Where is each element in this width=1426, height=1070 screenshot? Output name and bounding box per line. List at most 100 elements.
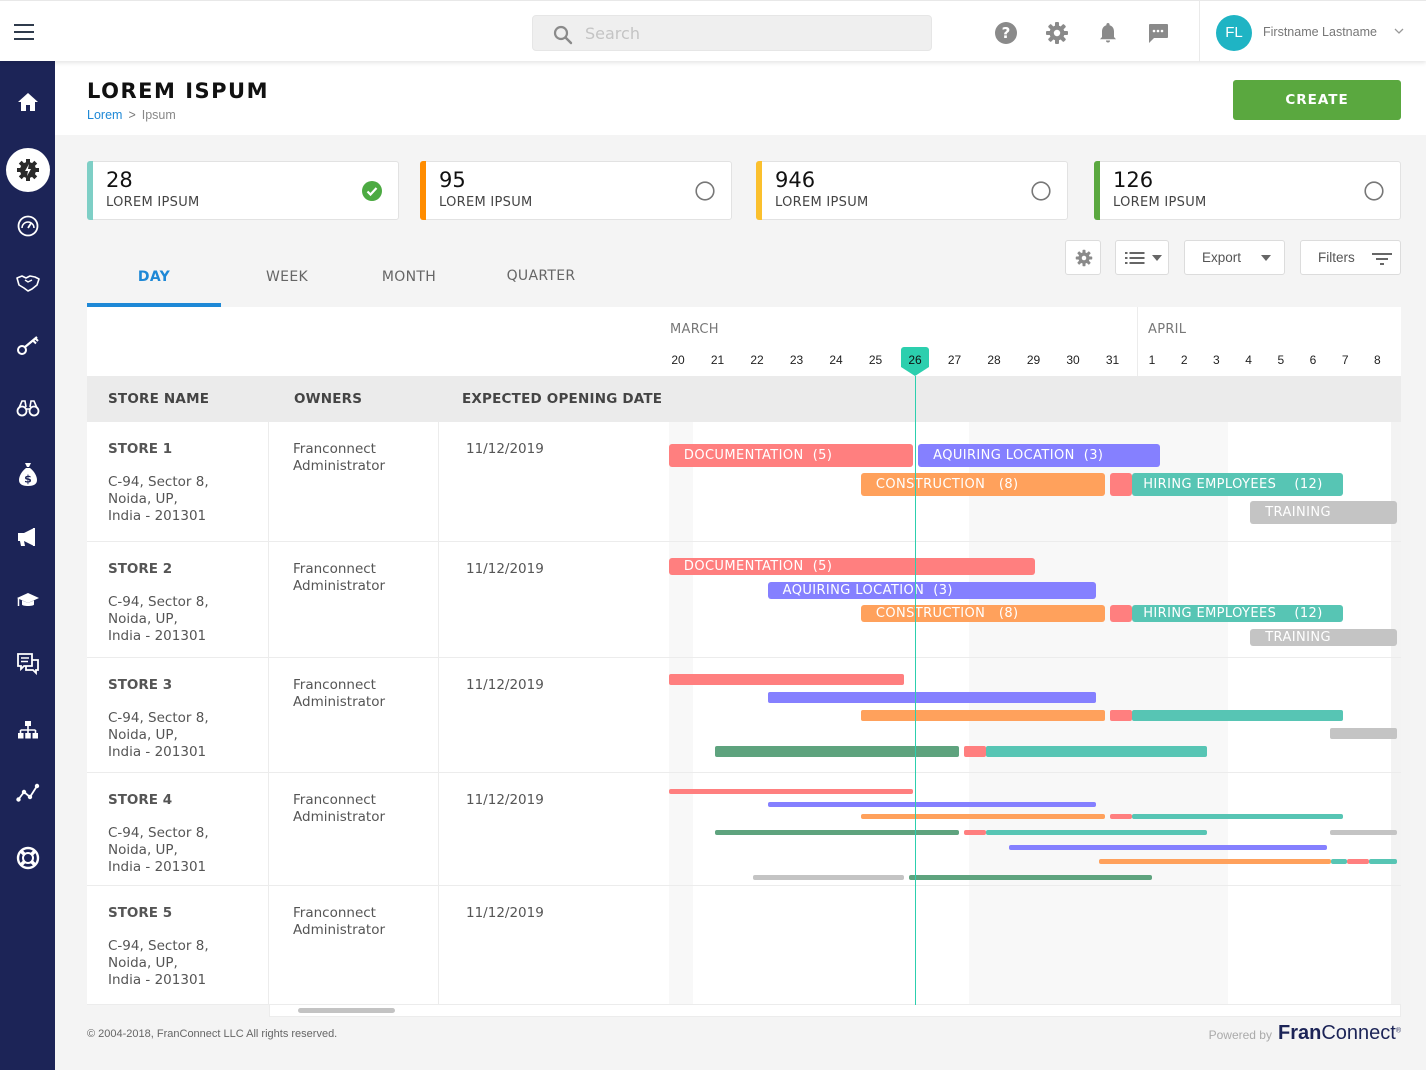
- gantt-bar-hiring[interactable]: [1369, 858, 1397, 864]
- kpi-card[interactable]: 946 LOREM IPSUM: [756, 161, 1068, 220]
- gantt-bar-training[interactable]: [753, 875, 904, 880]
- empty-circle-icon[interactable]: [1364, 181, 1384, 201]
- gantt-bar-aquiring[interactable]: [767, 692, 1096, 703]
- settings-icon[interactable]: [1045, 21, 1069, 45]
- gantt-bar-training[interactable]: [1330, 829, 1397, 835]
- store-name[interactable]: STORE 1: [108, 441, 172, 457]
- gantt-bar-green[interactable]: [715, 746, 960, 757]
- kpi-label: LOREM IPSUM: [775, 195, 869, 210]
- empty-circle-icon[interactable]: [1031, 181, 1051, 201]
- gantt-bar-training[interactable]: [1330, 728, 1397, 739]
- tab-month[interactable]: MONTH: [353, 255, 465, 307]
- table-row[interactable]: STORE 5 C-94, Sector 8, Noida, UP, India …: [87, 886, 1401, 1005]
- filters-button[interactable]: Filters: [1300, 240, 1401, 275]
- gantt-bar-aquiring[interactable]: [1008, 845, 1328, 850]
- gantt-bar-construction[interactable]: [860, 814, 1106, 819]
- gantt-bar-documentation[interactable]: [1110, 710, 1133, 721]
- gantt-bar-documentation[interactable]: [964, 746, 987, 757]
- gantt-bar-training[interactable]: TRAINING: [1250, 501, 1397, 524]
- sidebar-item-support[interactable]: [0, 836, 55, 880]
- chat-icon[interactable]: [1146, 21, 1170, 45]
- gantt-bar-green[interactable]: [908, 875, 1153, 880]
- gantt-bar-documentation[interactable]: [1110, 605, 1133, 622]
- tab-day[interactable]: DAY: [87, 255, 221, 307]
- sidebar-item-operations[interactable]: [0, 148, 55, 192]
- sidebar-item-feedback[interactable]: [0, 642, 55, 686]
- gantt-bar-hiring[interactable]: HIRING EMPLOYEES (12): [1132, 605, 1343, 622]
- gantt-bar-documentation[interactable]: [964, 829, 987, 835]
- sidebar-item-dashboard[interactable]: [0, 204, 55, 248]
- gantt-bar-aquiring[interactable]: AQUIRING LOCATION (3): [767, 581, 1096, 599]
- gantt-bar-aquiring[interactable]: AQUIRING LOCATION (3): [918, 444, 1161, 467]
- sidebar-item-finance[interactable]: $: [0, 452, 55, 496]
- create-button[interactable]: CREATE: [1233, 80, 1401, 120]
- search-input[interactable]: [585, 16, 915, 50]
- chevron-down-icon[interactable]: [1394, 27, 1404, 35]
- store-name[interactable]: STORE 3: [108, 677, 172, 693]
- gantt-bar-hiring[interactable]: [1132, 814, 1343, 819]
- export-dropdown[interactable]: Export: [1184, 240, 1285, 275]
- gantt-bar-hiring[interactable]: [986, 746, 1207, 757]
- sidebar-item-reports[interactable]: [0, 771, 55, 815]
- tab-week[interactable]: WEEK: [221, 255, 353, 307]
- day-label: 6: [1309, 353, 1317, 367]
- column-header-owners[interactable]: OWNERS: [294, 391, 362, 407]
- gantt-bar-documentation[interactable]: [1110, 472, 1133, 496]
- hamburger-menu-icon[interactable]: [14, 24, 34, 40]
- sidebar-item-training[interactable]: [0, 578, 55, 622]
- store-name[interactable]: STORE 5: [108, 905, 172, 921]
- store-name[interactable]: STORE 4: [108, 792, 172, 808]
- column-header-date[interactable]: EXPECTED OPENING DATE: [462, 391, 662, 407]
- user-name[interactable]: Firstname Lastname: [1263, 25, 1377, 39]
- brand-logo-rest: Connect: [1321, 1022, 1396, 1044]
- gantt-bar-documentation[interactable]: DOCUMENTATION (5): [668, 558, 1036, 575]
- settings-button[interactable]: [1065, 240, 1101, 275]
- kpi-label: LOREM IPSUM: [1113, 195, 1207, 210]
- avatar[interactable]: FL: [1216, 15, 1252, 51]
- gantt-bar-construction[interactable]: [1099, 858, 1331, 864]
- gantt-bar-construction[interactable]: [860, 710, 1106, 721]
- store-name[interactable]: STORE 2: [108, 561, 172, 577]
- timeline-header: MARCH APRIL 20 21 22 23 24 25 26 27 28 29 30 31 1 2 3 4…: [87, 307, 1401, 376]
- gantt-bar-documentation[interactable]: [668, 789, 914, 794]
- kpi-card[interactable]: 28 LOREM IPSUM: [87, 161, 399, 220]
- sidebar-item-access[interactable]: [0, 323, 55, 367]
- gantt-bar-green[interactable]: [715, 829, 960, 835]
- gantt-bar-hiring[interactable]: HIRING EMPLOYEES (12): [1132, 472, 1343, 496]
- gantt-bar-documentation[interactable]: DOCUMENTATION (5): [668, 444, 914, 467]
- table-row[interactable]: STORE 4 C-94, Sector 8, Noida, UP, India …: [87, 773, 1401, 886]
- tab-quarter[interactable]: QUARTER: [475, 255, 607, 307]
- gantt-bar-documentation[interactable]: [1110, 814, 1133, 819]
- binoculars-icon: [16, 400, 39, 417]
- table-row[interactable]: STORE 1 C-94, Sector 8, Noida, UP, India …: [87, 422, 1401, 542]
- table-row[interactable]: STORE 2 C-94, Sector 8, Noida, UP, India …: [87, 542, 1401, 658]
- breadcrumb-link-lorem[interactable]: Lorem: [87, 108, 122, 122]
- gantt-bar-training[interactable]: TRAINING: [1250, 628, 1397, 646]
- gantt-bar-hiring[interactable]: [986, 829, 1207, 835]
- check-circle-icon[interactable]: [362, 181, 382, 201]
- kpi-card[interactable]: 126 LOREM IPSUM: [1094, 161, 1401, 220]
- bell-icon[interactable]: [1096, 21, 1120, 45]
- view-options-dropdown[interactable]: [1115, 240, 1169, 275]
- horizontal-scrollbar[interactable]: [269, 1005, 1401, 1017]
- gantt-bar-documentation[interactable]: [1346, 858, 1370, 864]
- sidebar-item-marketing[interactable]: [0, 515, 55, 559]
- gantt-bar-documentation[interactable]: [668, 674, 904, 685]
- gantt-bar-construction[interactable]: CONSTRUCTION (8): [860, 605, 1106, 622]
- gantt-bar-construction[interactable]: CONSTRUCTION (8): [860, 472, 1106, 496]
- table-row[interactable]: STORE 3 C-94, Sector 8, Noida, UP, India …: [87, 658, 1401, 773]
- empty-circle-icon[interactable]: [695, 181, 715, 201]
- store-address: C-94, Sector 8, Noida, UP, India - 20130…: [108, 825, 209, 875]
- sidebar-item-hierarchy[interactable]: [0, 708, 55, 752]
- graduation-cap-icon: [16, 593, 39, 606]
- column-header-store[interactable]: STORE NAME: [108, 391, 209, 407]
- kpi-card[interactable]: 95 LOREM IPSUM: [420, 161, 732, 220]
- sidebar-item-prospects[interactable]: [0, 386, 55, 430]
- gantt-bar-hiring[interactable]: [1132, 710, 1343, 721]
- gantt-bar-hiring[interactable]: [1330, 858, 1347, 864]
- sidebar-item-home[interactable]: [0, 80, 55, 124]
- help-icon[interactable]: ?: [994, 21, 1018, 45]
- scrollbar-thumb[interactable]: [298, 1008, 395, 1013]
- gantt-bar-aquiring[interactable]: [767, 801, 1096, 807]
- sidebar-item-partners[interactable]: [0, 261, 55, 305]
